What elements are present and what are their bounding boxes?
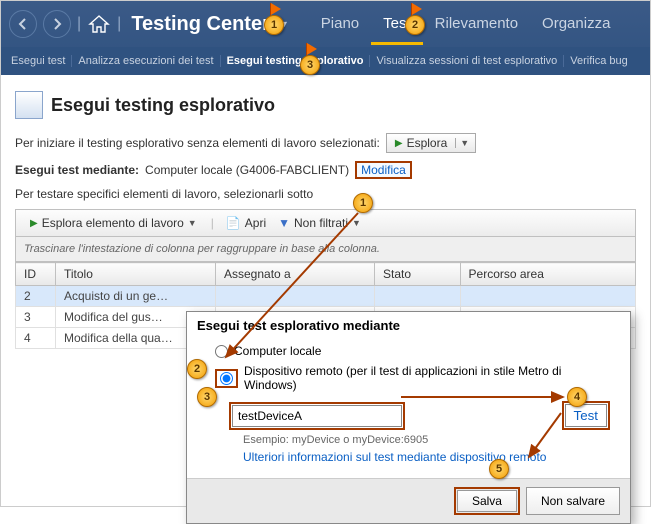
back-button[interactable] xyxy=(9,10,37,38)
chevron-down-icon[interactable]: ▼ xyxy=(455,138,473,148)
open-button[interactable]: 📄 Apri xyxy=(226,216,266,230)
run-test-dialog: Esegui test esplorativo mediante Compute… xyxy=(186,311,631,524)
radio-local-label: Computer locale xyxy=(234,344,321,358)
annotation-top-2: 2 xyxy=(405,15,425,35)
explore-label: Esplora xyxy=(407,136,448,150)
test-connection-button[interactable]: Test xyxy=(565,404,607,427)
page-icon xyxy=(15,91,43,119)
save-button[interactable]: Salva xyxy=(457,490,517,512)
explore-item-button[interactable]: ▶ Esplora elemento di lavoro ▼ xyxy=(22,214,199,232)
dialog-title: Esegui test esplorativo mediante xyxy=(187,312,630,335)
annotation-step-3: 3 xyxy=(197,387,217,407)
filter-label: Non filtrati xyxy=(294,216,348,230)
subnav-visualizza-sessioni[interactable]: Visualizza sessioni di test esplorativo xyxy=(370,55,564,67)
col-title[interactable]: Titolo xyxy=(56,263,216,286)
tab-rilevamento[interactable]: Rilevamento xyxy=(423,3,530,45)
dont-save-button[interactable]: Non salvare xyxy=(526,487,620,515)
radio-remote-row[interactable]: Dispositivo remoto (per il test di appli… xyxy=(197,361,620,395)
col-state[interactable]: Stato xyxy=(375,263,461,286)
annotation-top-1: 1 xyxy=(264,15,284,35)
modify-link[interactable]: Modifica xyxy=(355,161,412,179)
subnav-analizza[interactable]: Analizza esecuzioni dei test xyxy=(72,55,220,67)
table-row[interactable]: 2Acquisto di un ge… xyxy=(16,286,636,307)
play-icon: ▶ xyxy=(395,138,403,149)
device-name-input[interactable] xyxy=(232,405,402,427)
app-title: Testing Center xyxy=(131,13,270,36)
separator: | xyxy=(77,15,81,33)
chevron-down-icon: ▼ xyxy=(188,218,197,228)
radio-local[interactable] xyxy=(215,345,228,358)
grid-toolbar: ▶ Esplora elemento di lavoro ▼ | 📄 Apri … xyxy=(15,209,636,237)
filter-button[interactable]: ▼ Non filtrati ▼ xyxy=(278,216,361,230)
filter-icon: ▼ xyxy=(278,216,290,230)
radio-local-row[interactable]: Computer locale xyxy=(197,341,620,361)
open-icon: 📄 xyxy=(226,216,241,230)
forward-button[interactable] xyxy=(43,10,71,38)
tab-piano[interactable]: Piano xyxy=(309,3,371,45)
annotation-step-1: 1 xyxy=(353,193,373,213)
col-id[interactable]: ID xyxy=(16,263,56,286)
grid-group-hint: Trascinare l'intestazione di colonna per… xyxy=(15,237,636,262)
annotation-step-2: 2 xyxy=(187,359,207,379)
explore-button[interactable]: ▶ Esplora ▼ xyxy=(386,133,476,153)
col-area[interactable]: Percorso area xyxy=(460,263,635,286)
separator: | xyxy=(211,216,214,230)
open-label: Apri xyxy=(245,216,266,230)
page-title: Esegui testing esplorativo xyxy=(51,95,275,116)
home-button[interactable] xyxy=(87,12,111,36)
subnav-esegui-test[interactable]: Esegui test xyxy=(5,55,72,67)
explore-item-label: Esplora elemento di lavoro xyxy=(42,216,184,230)
chevron-down-icon: ▼ xyxy=(352,218,361,228)
intro-text: Per iniziare il testing esplorativo senz… xyxy=(15,136,380,150)
subnav-esegui-esplorativo[interactable]: Esegui testing esplorativo xyxy=(221,55,371,67)
device-example: Esempio: myDevice o myDevice:6905 xyxy=(197,432,620,448)
play-icon: ▶ xyxy=(30,218,38,229)
radio-remote[interactable] xyxy=(220,372,233,385)
run-via-label: Esegui test mediante: xyxy=(15,163,139,177)
specific-text: Per testare specifici elementi di lavoro… xyxy=(15,187,313,201)
annotation-top-3: 3 xyxy=(300,55,320,75)
annotation-step-4: 4 xyxy=(567,387,587,407)
annotation-step-5: 5 xyxy=(489,459,509,479)
col-assigned[interactable]: Assegnato a xyxy=(216,263,375,286)
radio-remote-label: Dispositivo remoto (per il test di appli… xyxy=(244,364,610,392)
subnav-verifica-bug[interactable]: Verifica bug xyxy=(564,55,633,67)
separator: | xyxy=(117,15,121,33)
tab-organizza[interactable]: Organizza xyxy=(530,3,622,45)
run-via-value: Computer locale (G4006-FABCLIENT) xyxy=(145,163,349,177)
